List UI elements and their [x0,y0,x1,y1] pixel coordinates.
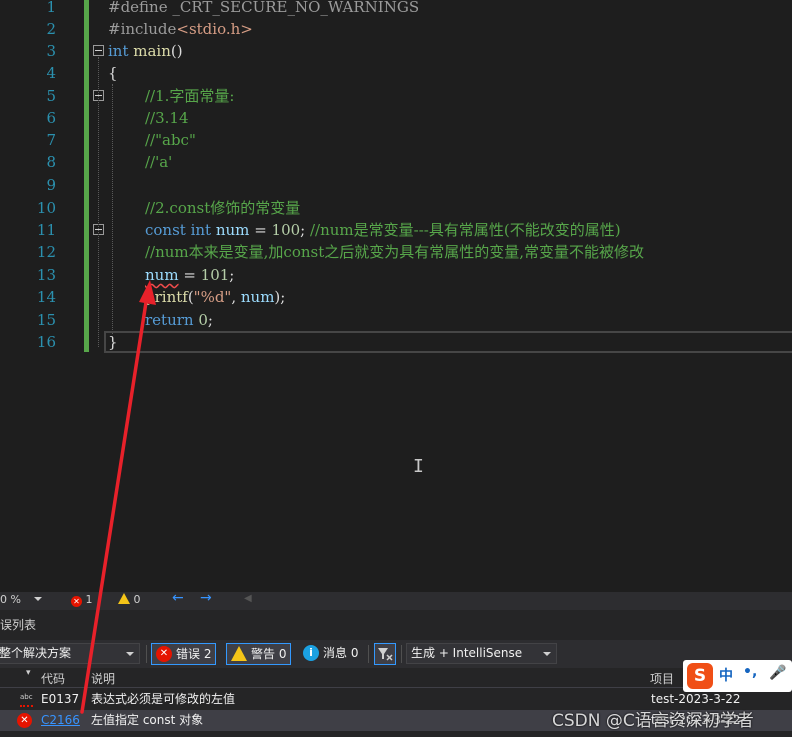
error-count[interactable]: ✕ 1 [71,593,93,607]
zoom-dropdown-icon[interactable] [34,597,42,601]
code-line-14: printf("%d", num); [145,288,286,306]
navigate-back-icon[interactable]: ← [172,590,184,606]
line-number: 6 [46,109,56,127]
line-number: 10 [36,199,56,217]
line-number: 16 [36,333,56,351]
watermark: CSDN @C语言资深初学者 [552,711,754,731]
line-number: 1 [46,0,56,16]
spellcheck-icon: abc [20,693,33,707]
code-line-12: //num本来是变量,加const之后就变为具有常属性的变量,常变量不能被修改 [145,243,645,261]
line-number: 15 [36,311,56,329]
sogou-logo-icon: S [687,663,713,689]
line-number: 4 [46,64,56,82]
error-code: E0137 [41,692,80,706]
text-cursor-icon: I [413,456,424,477]
error-description: 左值指定 const 对象 [91,713,204,727]
panel-title: 误列表 [0,618,37,632]
filter-icon[interactable] [374,643,396,665]
change-tracking-bar [84,0,89,352]
microphone-icon[interactable]: 🎤 [769,665,786,681]
error-list-header: ▾ 代码 说明 项目 [0,668,792,688]
ime-punctuation-toggle[interactable]: •, [743,664,757,680]
warnings-filter-button[interactable]: 警告 0 [226,643,292,665]
code-line-2: #include<stdio.h> [108,20,253,38]
code-line-13: num = 101; [145,266,235,284]
code-line-7: //"abc" [145,131,196,149]
fold-guide [98,57,99,347]
line-number: 5 [46,87,56,105]
sort-icon[interactable]: ▾ [26,668,31,678]
current-line-highlight [104,331,792,353]
line-number: 7 [46,131,56,149]
error-description: 表达式必须是可修改的左值 [91,692,236,706]
toolbar-divider [368,645,369,663]
warning-count[interactable]: 0 [118,593,141,606]
code-line-8: //'a' [145,153,173,171]
error-squiggle: num [145,266,179,284]
indent-guide [112,84,113,334]
error-code-link[interactable]: C2166 [41,710,80,731]
warning-icon [231,646,247,661]
ime-toolbar[interactable]: S 中 •, 🎤 [683,660,792,692]
error-icon: ✕ [156,646,172,662]
code-line-11: const int num = 100; //num是常变量---具有常属性(不… [145,221,621,239]
code-line-1: #define _CRT_SECURE_NO_WARNINGS [108,0,420,16]
error-list-toolbar: 整个解决方案 ✕ 错误 2 警告 0 i 消息 0 生成 + IntelliSens… [0,640,792,668]
error-icon: ✕ [71,596,82,607]
line-number: 3 [46,42,56,60]
column-project[interactable]: 项目 [650,670,674,687]
line-number: 9 [46,176,56,194]
chevron-down-icon [126,652,134,656]
code-editor[interactable]: 1 2 3 4 5 6 7 8 9 10 11 12 13 14 15 16 #… [0,0,792,592]
toolbar-divider [146,645,147,663]
code-line-6: //3.14 [145,109,189,127]
line-number: 14 [36,288,56,306]
navigate-forward-icon[interactable]: → [200,590,212,606]
code-line-3: int main() [108,42,183,60]
chevron-down-icon [543,652,551,656]
code-line-15: return 0; [145,311,213,329]
toolbar-divider [401,645,402,663]
line-number: 8 [46,153,56,171]
scope-dropdown[interactable]: 整个解决方案 [0,643,140,664]
code-line-16: } [108,333,118,351]
zoom-level[interactable]: 0 % [0,593,21,606]
errors-filter-button[interactable]: ✕ 错误 2 [151,643,217,665]
line-number: 11 [36,221,56,239]
column-code[interactable]: 代码 [41,670,65,687]
ime-language-toggle[interactable]: 中 [719,665,733,685]
code-line-10: //2.const修饰的常变量 [145,199,301,217]
line-number: 13 [36,266,56,284]
column-description[interactable]: 说明 [91,670,115,687]
warning-icon [118,593,130,604]
code-line-5: //1.字面常量: [145,87,235,105]
code-line-4: { [108,64,118,82]
messages-filter-button[interactable]: i 消息 0 [299,643,362,665]
scroll-left-icon[interactable]: ◀ [244,593,252,604]
error-icon: ✕ [17,713,32,728]
line-number: 12 [36,243,56,261]
info-icon: i [303,645,319,661]
source-dropdown[interactable]: 生成 + IntelliSense [406,643,557,664]
line-number: 2 [46,20,56,38]
editor-status-bar: 0 % ✕ 1 0 ← → ◀ [0,590,792,610]
fold-toggle-main[interactable] [93,45,104,56]
